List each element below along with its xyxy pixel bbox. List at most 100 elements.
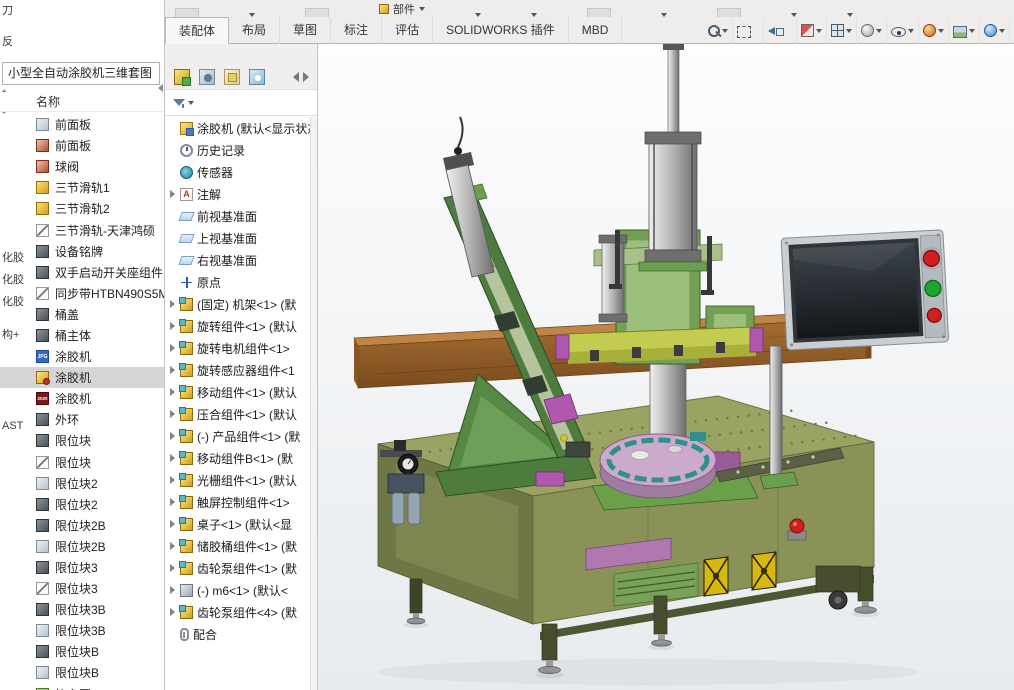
turntable-disc-part[interactable] (600, 434, 716, 498)
file-list-item[interactable]: 限位块3B (0, 599, 164, 620)
warning-pad[interactable] (752, 552, 776, 590)
expand-arrow-icon[interactable] (170, 432, 175, 440)
column-header-name[interactable]: 名称 (0, 92, 164, 112)
file-list-item[interactable]: 前面板 (0, 135, 164, 156)
green-button[interactable] (924, 280, 941, 297)
file-list-item[interactable]: 双手启动开关座组件 (0, 262, 164, 283)
view-tool-button[interactable] (887, 18, 919, 44)
feature-tree-item[interactable]: 齿轮泵组件<4> (默 (165, 601, 310, 623)
file-list-item[interactable]: 涂胶机 (0, 367, 164, 388)
expand-arrow-icon[interactable] (170, 498, 175, 506)
tree-scrollbar[interactable] (310, 117, 317, 690)
dropdown-caret-icon[interactable] (661, 13, 667, 17)
ribbon-tab[interactable]: 草图 (280, 17, 331, 44)
view-tool-button[interactable] (857, 18, 887, 44)
sensor-block-part[interactable] (690, 432, 706, 441)
feature-tree-item[interactable]: 储胶桶组件<1> (默 (165, 535, 310, 557)
file-list-item[interactable]: 限位块2 (0, 473, 164, 494)
emergency-stop-button[interactable] (788, 519, 806, 540)
file-list-item[interactable]: 限位块3B (0, 620, 164, 641)
feature-tree-item[interactable]: 压合组件<1> (默认 (165, 403, 310, 425)
feature-tree-item[interactable]: 旋转组件<1> (默认 (165, 315, 310, 337)
file-list-item[interactable]: 涂胶机 (0, 346, 164, 367)
file-list-item[interactable]: 限位块2B (0, 515, 164, 536)
file-list-item[interactable]: 限位块3 (0, 557, 164, 578)
expand-arrow-icon[interactable] (170, 586, 175, 594)
scroll-right-icon[interactable] (303, 72, 309, 82)
graphics-area[interactable] (318, 44, 1014, 690)
red-button[interactable] (927, 308, 942, 323)
feature-tree-item[interactable]: 右视基准面 (165, 249, 310, 271)
view-tool-button[interactable] (980, 18, 1010, 44)
feature-tree-item[interactable]: 光栅组件<1> (默认 (165, 469, 310, 491)
tree-filter-bar[interactable] (165, 90, 317, 116)
ribbon-tab[interactable]: 布局 (229, 17, 280, 44)
clamp-block-part[interactable] (536, 472, 564, 486)
manager-tab[interactable] (171, 66, 193, 88)
expand-arrow-icon[interactable] (170, 388, 175, 396)
ribbon-tab[interactable]: 标注 (331, 17, 382, 44)
feature-tree-item[interactable]: 注解 (165, 183, 310, 205)
ribbon-tab[interactable]: 装配体 (165, 17, 229, 44)
manager-tab[interactable] (196, 66, 218, 88)
ribbon-tab[interactable]: SOLIDWORKS 插件 (433, 17, 569, 44)
feature-tree-item[interactable]: (固定) 机架<1> (默 (165, 293, 310, 315)
expand-arrow-icon[interactable] (170, 322, 175, 330)
ribbon-tab[interactable]: MBD (569, 17, 623, 44)
file-list-item[interactable]: 箱主图 (0, 684, 164, 690)
feature-tree-item[interactable]: 旋转感应器组件<1 (165, 359, 310, 381)
expand-arrow-icon[interactable] (170, 410, 175, 418)
expand-arrow-icon[interactable] (170, 300, 175, 308)
feature-tree-item[interactable]: (-) 产品组件<1> (默 (165, 425, 310, 447)
feature-tree-item[interactable]: 历史记录 (165, 139, 310, 161)
warning-pad[interactable] (704, 557, 728, 596)
file-list-item[interactable]: 限位块2 (0, 494, 164, 515)
file-list-item[interactable]: 限位块 (0, 430, 164, 451)
machine-3d-model[interactable] (318, 44, 1014, 690)
red-button[interactable] (923, 250, 940, 267)
feature-tree-item[interactable]: (-) m6<1> (默认< (165, 579, 310, 601)
expand-arrow-icon[interactable] (170, 564, 175, 572)
view-tool-button[interactable] (919, 18, 949, 44)
view-tool-button[interactable] (764, 18, 797, 44)
manager-tab[interactable] (246, 66, 268, 88)
feature-tree-item[interactable]: 移动组件<1> (默认 (165, 381, 310, 403)
expand-arrow-icon[interactable] (170, 366, 175, 374)
view-tool-button[interactable] (827, 18, 857, 44)
file-list-item[interactable]: 桶盖 (0, 304, 164, 325)
collapse-panel-arrow-icon[interactable] (158, 84, 163, 92)
expand-arrow-icon[interactable] (170, 344, 175, 352)
part-button[interactable]: 部件 (379, 1, 425, 17)
file-list-item[interactable]: 限位块2B (0, 536, 164, 557)
expand-arrow-icon[interactable] (170, 520, 175, 528)
feature-tree-item[interactable]: 齿轮泵组件<1> (默 (165, 557, 310, 579)
expand-arrow-icon[interactable] (170, 454, 175, 462)
file-list-item[interactable]: 设备铭牌 (0, 241, 164, 262)
feature-tree-item[interactable]: 桌子<1> (默认<显 (165, 513, 310, 535)
feature-tree-item[interactable]: 上视基准面 (165, 227, 310, 249)
feature-tree-item[interactable]: 前视基准面 (165, 205, 310, 227)
view-tool-button[interactable] (733, 18, 764, 44)
file-list-item[interactable]: 限位块B (0, 662, 164, 683)
expand-arrow-icon[interactable] (170, 542, 175, 550)
expand-arrow-icon[interactable] (170, 190, 175, 198)
scroll-left-icon[interactable] (293, 72, 299, 82)
file-list-item[interactable]: 三节滑轨1 (0, 177, 164, 198)
file-list-item[interactable]: 球阀 (0, 156, 164, 177)
file-list-item[interactable]: 三节滑轨2 (0, 198, 164, 219)
feature-tree-item[interactable]: 触屏控制组件<1> (165, 491, 310, 513)
file-list-item[interactable]: 涂胶机 (0, 388, 164, 409)
file-list-item[interactable]: 三节滑轨-天津鸿硕 (0, 219, 164, 240)
file-list-item[interactable]: 限位块3 (0, 578, 164, 599)
file-list-item[interactable]: 限位块 (0, 452, 164, 473)
file-list-item[interactable]: 前面板 (0, 114, 164, 135)
feature-tree-item[interactable]: 原点 (165, 271, 310, 293)
file-list-item[interactable]: 限位块B (0, 641, 164, 662)
manager-tab[interactable] (221, 66, 243, 88)
view-tool-button[interactable] (704, 18, 733, 44)
feature-tree-item[interactable]: 涂胶机 (默认<显示状态 (165, 117, 310, 139)
expand-arrow-icon[interactable] (170, 608, 175, 616)
view-tool-button[interactable] (797, 18, 827, 44)
feature-tree-item[interactable]: 配合 (165, 623, 310, 645)
file-list-item[interactable]: 同步带HTBN490S5M (0, 283, 164, 304)
